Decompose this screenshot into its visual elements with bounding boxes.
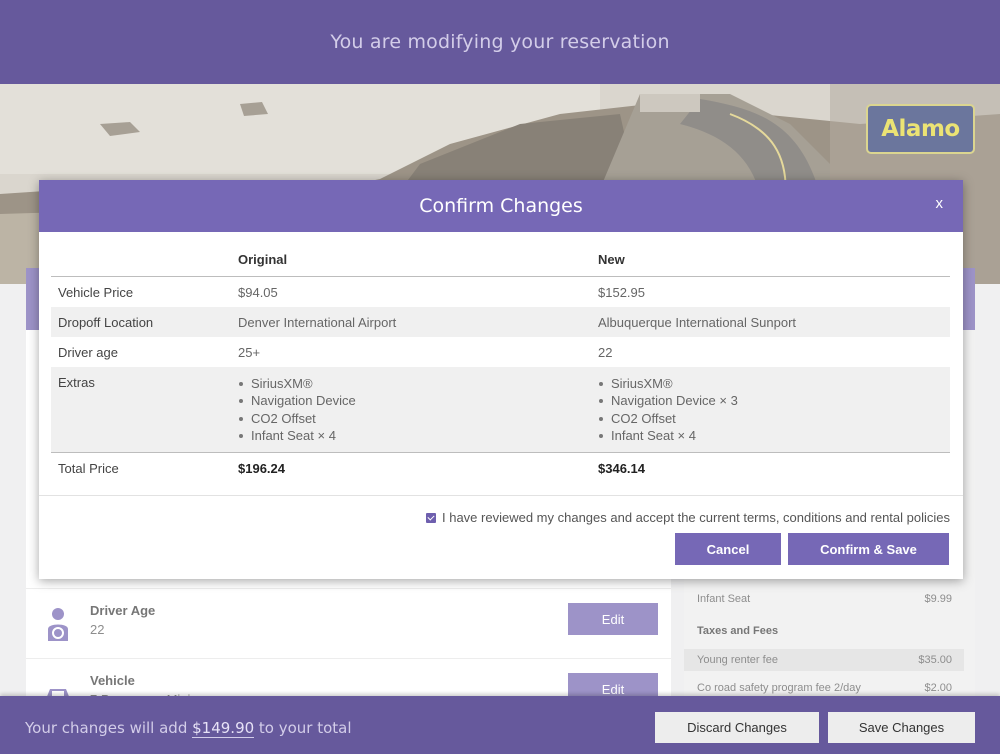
- bottom-bar: Your changes will add $149.90 to your to…: [0, 696, 1000, 754]
- confirm-save-button[interactable]: Confirm & Save: [788, 533, 949, 565]
- list-item: CO2 Offset: [598, 410, 950, 428]
- message-prefix: Your changes will add: [25, 719, 193, 737]
- terms-text: I have reviewed my changes and accept th…: [442, 510, 950, 525]
- modal-header: Confirm Changes x: [39, 180, 963, 232]
- confirm-changes-modal: Confirm Changes x Original New Vehicle P…: [39, 180, 963, 579]
- close-button[interactable]: x: [936, 195, 944, 212]
- list-item: CO2 Offset: [238, 410, 598, 428]
- terms-checkbox-row[interactable]: I have reviewed my changes and accept th…: [426, 510, 950, 525]
- banner-title: You are modifying your reservation: [330, 31, 670, 53]
- driver-age-compare-row: Driver age 25+ 22: [51, 337, 950, 367]
- vehicle-price-label: Vehicle Price: [58, 284, 134, 300]
- extras-new: SiriusXM® Navigation Device × 3 CO2 Offs…: [598, 366, 950, 452]
- changes-total-message: Your changes will add $149.90 to your to…: [25, 719, 352, 738]
- list-item: Navigation Device × 3: [598, 392, 950, 410]
- driver-age-new: 22: [598, 344, 613, 360]
- extras-original-list: SiriusXM® Navigation Device CO2 Offset I…: [238, 375, 598, 445]
- vehicle-price-new: $152.95: [598, 284, 645, 300]
- list-item: SiriusXM®: [598, 375, 950, 393]
- list-item: Infant Seat × 4: [598, 427, 950, 445]
- list-item: SiriusXM®: [238, 375, 598, 393]
- discard-changes-button[interactable]: Discard Changes: [655, 712, 819, 743]
- original-column-header: Original: [238, 242, 598, 277]
- new-column-header: New: [598, 242, 950, 277]
- extras-new-list: SiriusXM® Navigation Device × 3 CO2 Offs…: [598, 375, 950, 445]
- label-column-header: [51, 242, 238, 277]
- driver-age-original: 25+: [238, 344, 261, 360]
- terms-checkbox[interactable]: [426, 512, 436, 523]
- save-changes-button[interactable]: Save Changes: [828, 712, 975, 743]
- vehicle-price-row: Vehicle Price $94.05 $152.95: [51, 276, 950, 307]
- modal-title: Confirm Changes: [419, 195, 583, 217]
- added-amount: $149.90: [192, 719, 255, 738]
- table-header-row: Original New: [51, 242, 950, 277]
- top-banner: You are modifying your reservation: [0, 0, 1000, 84]
- cancel-button[interactable]: Cancel: [675, 533, 781, 565]
- total-price-row: Total Price $196.24 $346.14: [51, 451, 950, 483]
- dropoff-label: Dropoff Location: [51, 306, 238, 337]
- vehicle-price-original: $94.05: [238, 284, 278, 300]
- extras-original: SiriusXM® Navigation Device CO2 Offset I…: [238, 366, 598, 452]
- message-suffix: to your total: [254, 719, 352, 737]
- total-price-original: $196.24: [238, 451, 598, 483]
- modal-divider: [39, 495, 963, 496]
- list-item: Infant Seat × 4: [238, 427, 598, 445]
- dropoff-row: Dropoff Location Denver International Ai…: [51, 306, 950, 337]
- extras-row: Extras SiriusXM® Navigation Device CO2 O…: [51, 366, 950, 452]
- extras-label: Extras: [51, 366, 238, 452]
- comparison-table: Original New Vehicle Price $94.05 $152.9…: [51, 242, 950, 483]
- list-item: Navigation Device: [238, 392, 598, 410]
- dropoff-original: Denver International Airport: [238, 306, 598, 337]
- total-price-label: Total Price: [51, 451, 238, 483]
- dropoff-new: Albuquerque International Sunport: [598, 306, 950, 337]
- total-price-new: $346.14: [598, 451, 950, 483]
- driver-age-label: Driver age: [58, 344, 118, 360]
